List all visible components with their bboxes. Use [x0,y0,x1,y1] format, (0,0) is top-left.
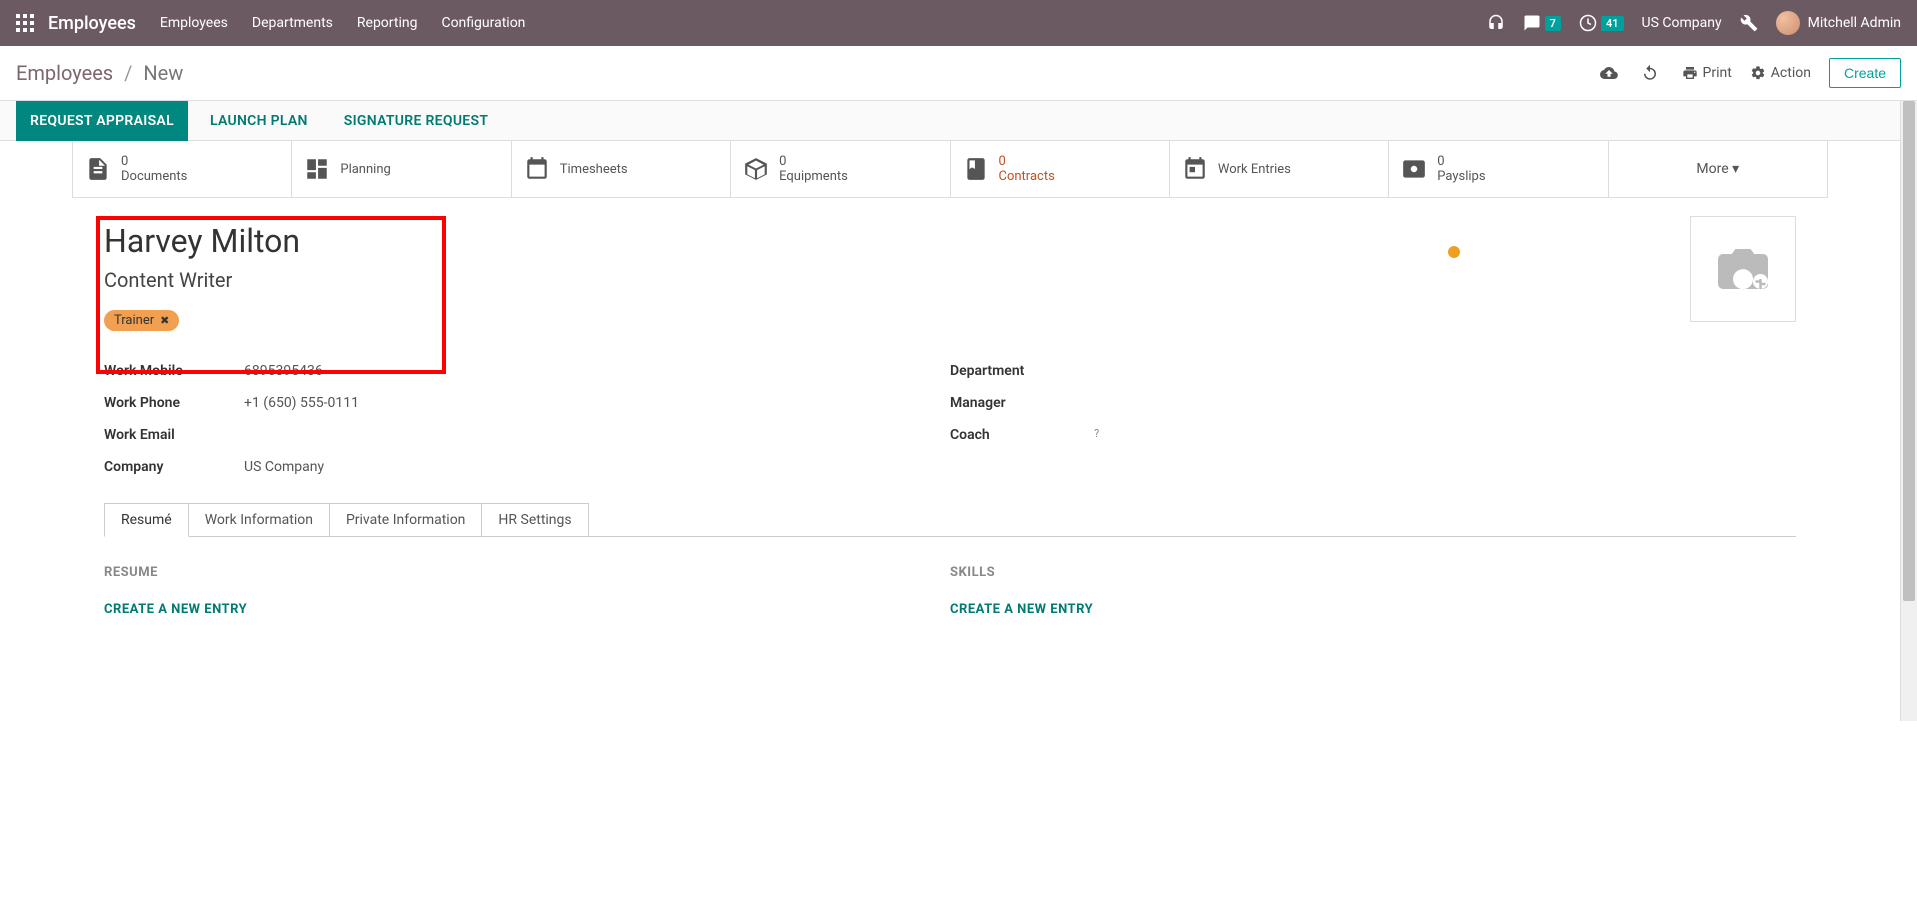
coach-help-icon[interactable]: ? [1094,427,1099,443]
tab-work-information[interactable]: Work Information [188,503,330,537]
topbar: Employees Employees Departments Reportin… [0,0,1917,46]
presence-status-dot[interactable] [1448,246,1460,258]
breadcrumb-current: New [143,61,183,85]
support-icon[interactable] [1487,14,1505,32]
print-button[interactable]: Print [1682,65,1732,81]
action-bar: REQUEST APPRAISAL LAUNCH PLAN SIGNATURE … [0,101,1900,141]
field-department: Department [950,355,1796,387]
section-resume: RESUME CREATE A NEW ENTRY [104,565,950,617]
stat-timesheets[interactable]: Timesheets [512,141,731,197]
stat-planning[interactable]: Planning [292,141,511,197]
company-selector[interactable]: US Company [1642,15,1722,31]
avatar [1776,11,1800,35]
create-button[interactable]: Create [1829,58,1901,88]
request-appraisal-button[interactable]: REQUEST APPRAISAL [16,101,188,141]
tag-remove-icon[interactable]: ✖ [160,314,169,327]
employee-photo-upload[interactable] [1690,216,1796,322]
tab-private-information[interactable]: Private Information [329,503,482,537]
user-name: Mitchell Admin [1808,15,1901,31]
discard-icon[interactable] [1641,64,1664,82]
tab-resume[interactable]: Resumé [104,503,189,537]
field-work-email: Work Email [104,419,950,451]
employee-job-title[interactable]: Content Writer [104,268,1796,292]
launch-plan-button[interactable]: LAUNCH PLAN [196,101,322,141]
scrollbar[interactable] [1900,101,1917,721]
caret-down-icon: ▾ [1732,161,1739,177]
user-menu[interactable]: Mitchell Admin [1776,11,1901,35]
settings-icon[interactable] [1740,14,1758,32]
activities-icon[interactable]: 41 [1579,14,1624,32]
form-sheet: REQUEST APPRAISAL LAUNCH PLAN SIGNATURE … [0,101,1900,721]
action-button[interactable]: Action [1750,65,1811,81]
field-coach: Coach ? [950,419,1796,451]
stat-equipments[interactable]: 0Equipments [731,141,950,197]
apps-icon[interactable] [16,14,34,32]
stat-work-entries[interactable]: Work Entries [1170,141,1389,197]
stat-buttons-row: 0Documents Planning Timesheets 0Equipmen… [72,141,1828,198]
tabs: Resumé Work Information Private Informat… [104,503,1796,537]
nav-employees[interactable]: Employees [160,15,228,31]
stat-payslips[interactable]: 0Payslips [1389,141,1608,197]
field-manager: Manager [950,387,1796,419]
scrollbar-thumb[interactable] [1903,101,1915,601]
tag-trainer[interactable]: Trainer ✖ [104,310,179,331]
control-bar: Employees / New Print Action Create [0,46,1917,101]
stat-contracts[interactable]: 0Contracts [951,141,1170,197]
stat-more[interactable]: More ▾ [1609,141,1828,197]
signature-request-button[interactable]: SIGNATURE REQUEST [330,101,503,141]
field-work-mobile: Work Mobile 6895395436 [104,355,950,387]
field-company: Company US Company [104,451,950,483]
employee-name[interactable]: Harvey Milton [104,222,1796,260]
nav-configuration[interactable]: Configuration [441,15,525,31]
cloud-save-icon[interactable] [1600,64,1623,82]
stat-documents[interactable]: 0Documents [73,141,292,197]
resume-create-entry[interactable]: CREATE A NEW ENTRY [104,602,950,617]
field-work-phone: Work Phone +1 (650) 555-0111 [104,387,950,419]
breadcrumb-root[interactable]: Employees [16,61,113,85]
skills-create-entry[interactable]: CREATE A NEW ENTRY [950,602,1796,617]
tab-hr-settings[interactable]: HR Settings [481,503,588,537]
breadcrumb: Employees / New [16,61,183,85]
nav-departments[interactable]: Departments [252,15,333,31]
messages-badge: 7 [1545,16,1561,31]
app-name[interactable]: Employees [48,13,136,34]
section-skills: SKILLS CREATE A NEW ENTRY [950,565,1796,617]
messages-icon[interactable]: 7 [1523,14,1561,32]
nav-reporting[interactable]: Reporting [357,15,418,31]
activities-badge: 41 [1601,16,1624,31]
